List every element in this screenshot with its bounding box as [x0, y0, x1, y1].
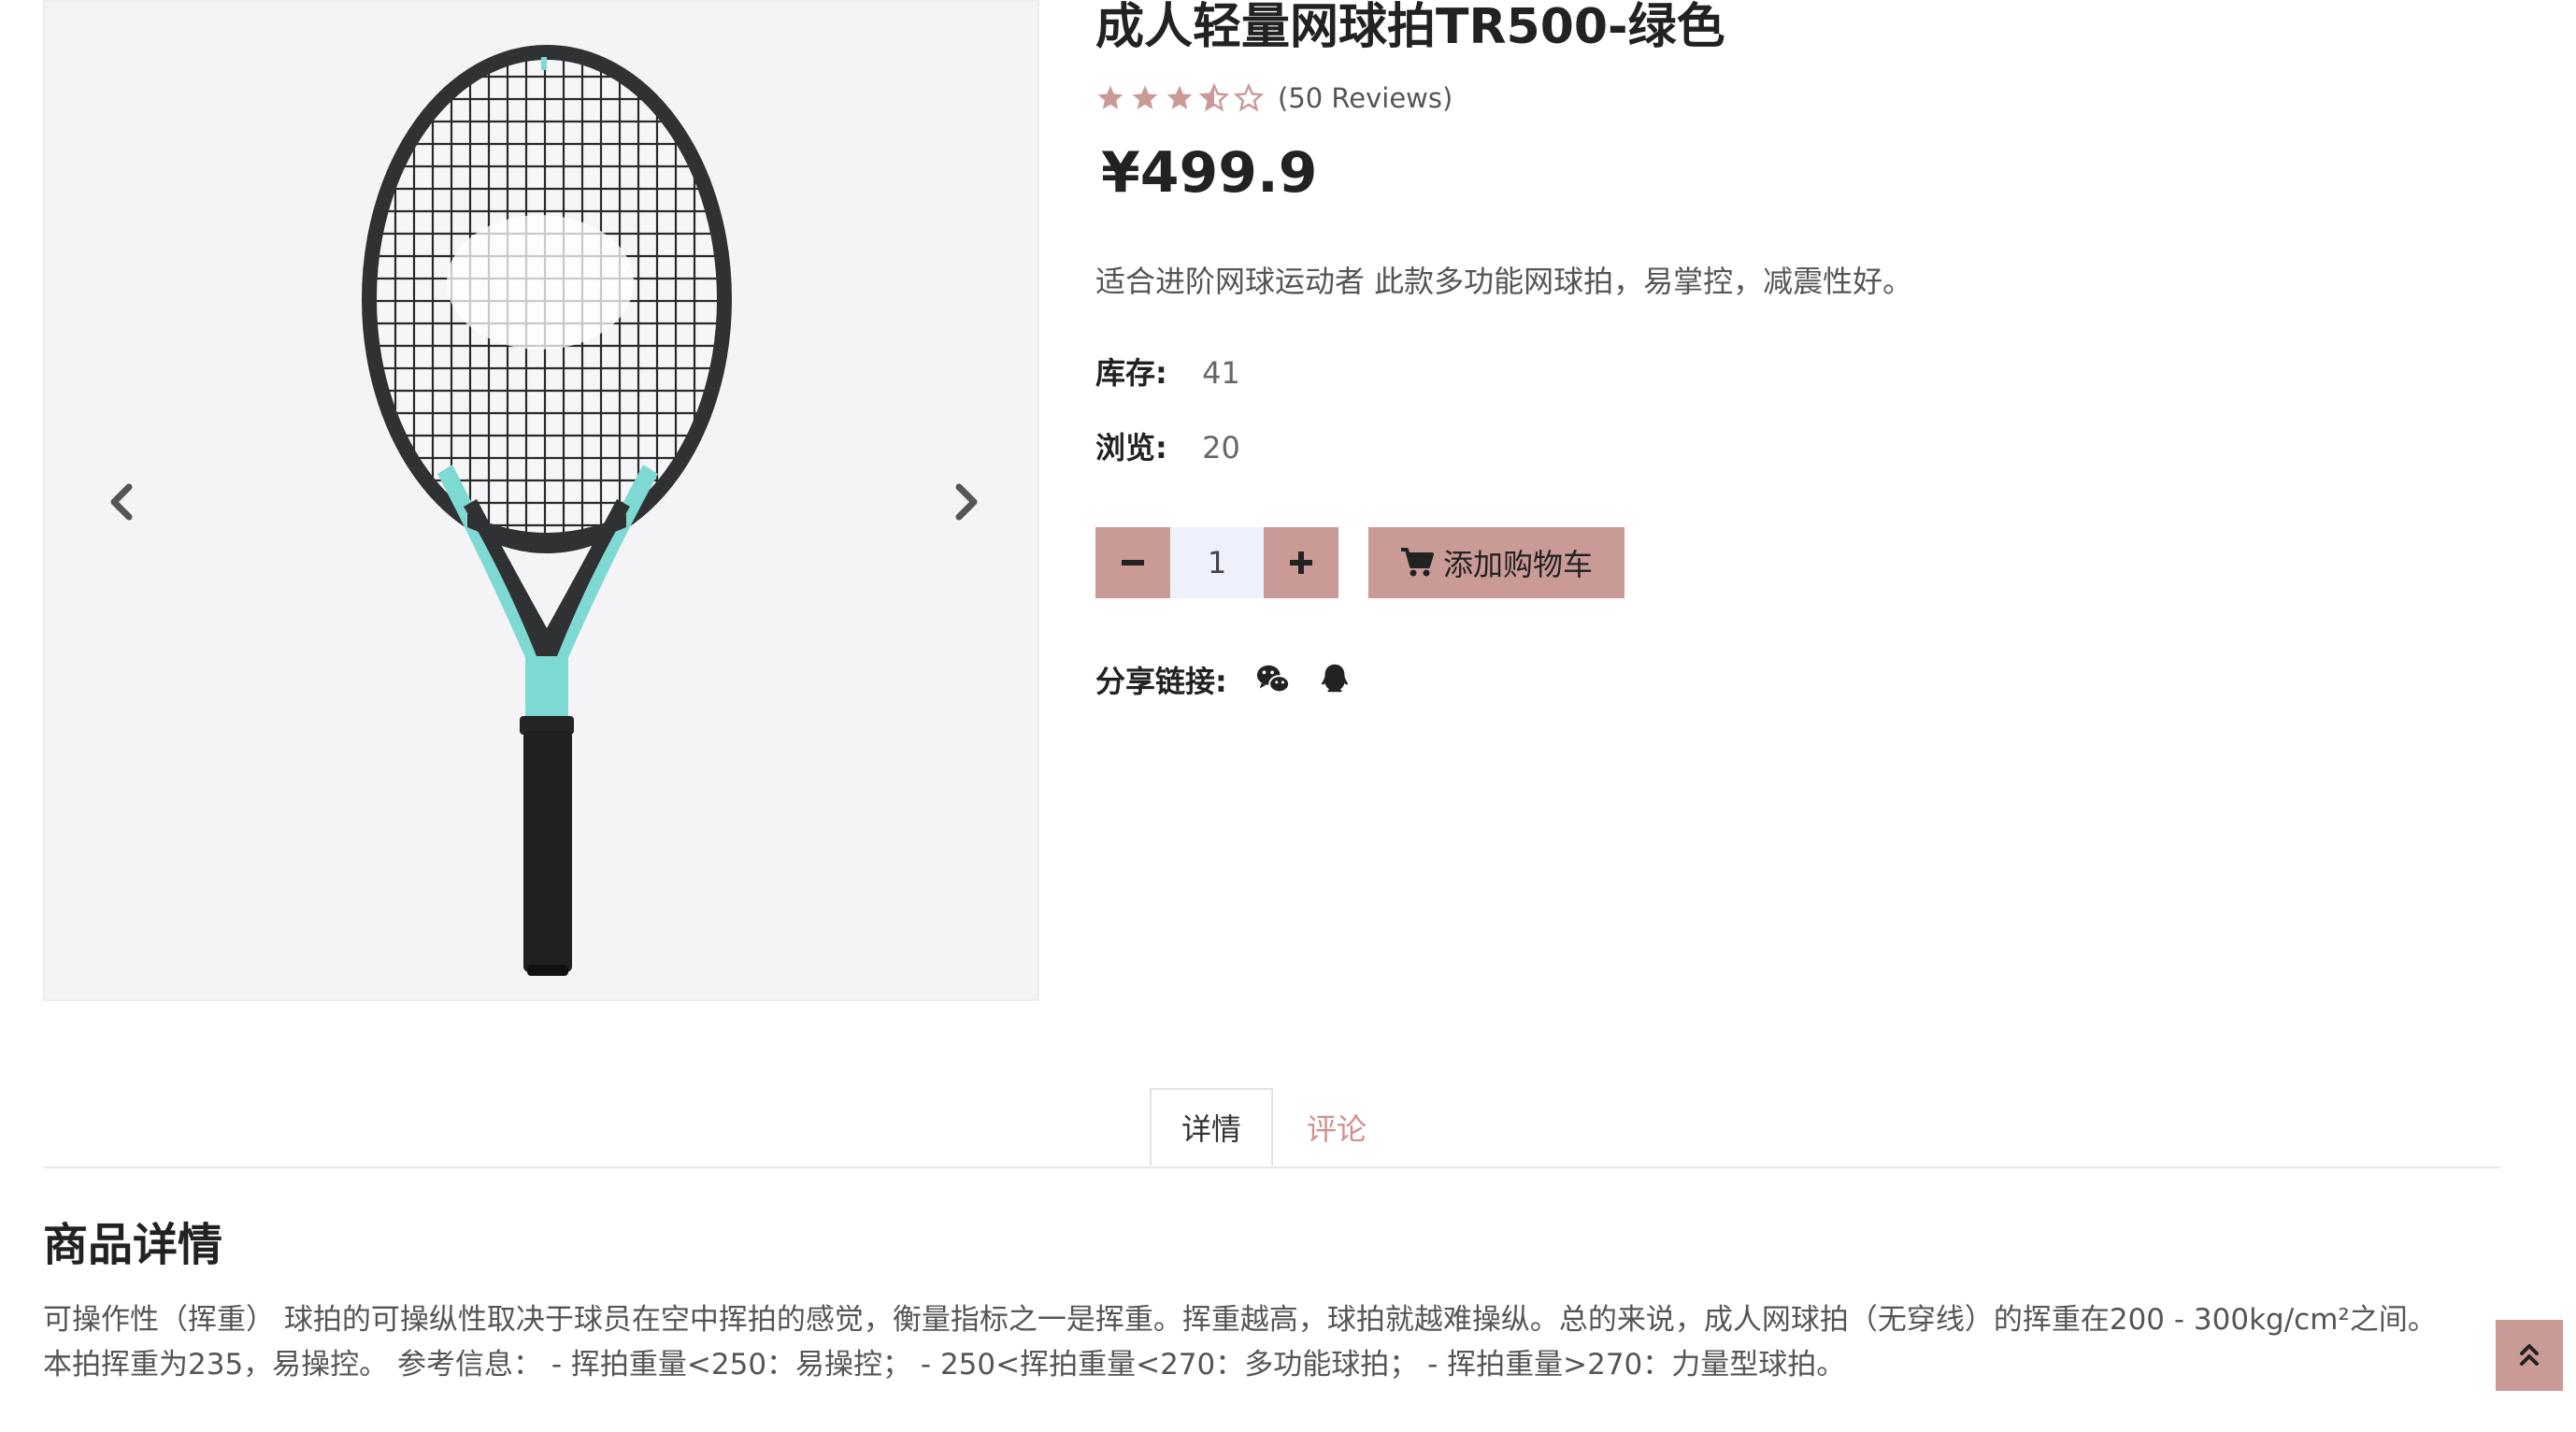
views-value: 20 — [1202, 430, 1240, 465]
star-full-icon — [1166, 85, 1193, 109]
product-image-gallery — [43, 0, 1039, 1001]
product-price: ¥499.9 — [1101, 140, 1318, 206]
star-half-icon — [1199, 83, 1229, 112]
product-description: 适合进阶网球运动者 此款多功能网球拍，易掌控，减震性好。 — [1095, 264, 1913, 299]
gallery-prev-button[interactable] — [103, 474, 140, 530]
minus-icon — [1122, 560, 1144, 566]
views-label: 浏览: — [1095, 430, 1167, 465]
chevron-right-icon — [955, 483, 978, 521]
product-image-racket — [362, 45, 732, 976]
quantity-decrease-button[interactable] — [1095, 527, 1170, 598]
stock-value: 41 — [1202, 355, 1240, 391]
qq-icon[interactable] — [1317, 662, 1352, 697]
quantity-stepper — [1095, 527, 1338, 598]
stock-row: 库存: 41 — [1095, 350, 1240, 393]
quantity-input[interactable] — [1170, 527, 1264, 598]
shopping-cart-icon — [1400, 548, 1434, 577]
double-chevron-up-icon — [2520, 1344, 2539, 1366]
quantity-increase-button[interactable] — [1264, 527, 1338, 598]
product-title: 成人轻量网球拍TR500-绿色 — [1095, 0, 1725, 55]
share-links: 分享链接: — [1095, 658, 1379, 701]
stock-label: 库存: — [1095, 355, 1167, 391]
detail-section-text: 可操作性（挥重） 球拍的可操纵性取决于球员在空中挥拍的感觉，衡量指标之一是挥重。… — [43, 1303, 2437, 1382]
add-to-cart-button[interactable]: 添加购物车 — [1368, 527, 1624, 598]
star-full-icon — [1097, 85, 1123, 109]
share-label: 分享链接: — [1095, 664, 1227, 699]
star-empty-icon — [1234, 83, 1264, 112]
wechat-icon[interactable] — [1255, 662, 1291, 697]
star-full-icon — [1132, 85, 1158, 109]
detail-section-title: 商品详情 — [43, 1219, 223, 1271]
chevron-left-icon — [110, 483, 133, 521]
back-to-top-button[interactable] — [2496, 1320, 2563, 1391]
product-tabs: 详情 评论 — [43, 1088, 2501, 1168]
gallery-next-button[interactable] — [948, 474, 985, 530]
add-to-cart-label: 添加购物车 — [1442, 547, 1593, 582]
tab-details[interactable]: 详情 — [1150, 1088, 1273, 1167]
reviews-count[interactable]: (50 Reviews) — [1278, 82, 1453, 114]
plus-icon — [1290, 551, 1312, 574]
views-row: 浏览: 20 — [1095, 424, 1240, 467]
tab-reviews[interactable]: 评论 — [1299, 1088, 1374, 1167]
product-rating: (50 Reviews) — [1095, 82, 1453, 114]
